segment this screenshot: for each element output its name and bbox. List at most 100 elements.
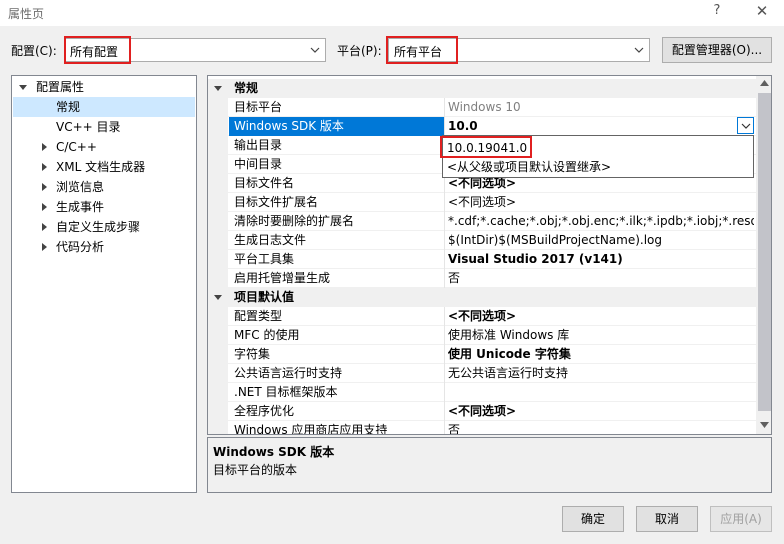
- tree-item-vc-dirs[interactable]: VC++ 目录: [13, 117, 195, 137]
- chevron-down-icon: [741, 123, 751, 129]
- vertical-scrollbar[interactable]: [756, 76, 771, 434]
- category-project-defaults[interactable]: 项目默认值: [208, 288, 756, 307]
- property-value[interactable]: Windows 10: [448, 98, 754, 117]
- property-row[interactable]: 目标平台 Windows 10: [208, 98, 756, 117]
- column-separator: [444, 269, 445, 288]
- property-row[interactable]: 清除时要删除的扩展名 *.cdf;*.cache;*.obj;*.obj.enc;…: [208, 212, 756, 231]
- property-row[interactable]: .NET 目标框架版本: [208, 383, 756, 402]
- property-value[interactable]: 使用 Unicode 字符集: [448, 345, 754, 364]
- property-value[interactable]: 否: [448, 421, 754, 434]
- tree-item-general[interactable]: 常规: [13, 97, 195, 117]
- description-text: 目标平台的版本: [213, 463, 298, 477]
- tree-item-code-analysis[interactable]: 代码分析: [13, 237, 195, 257]
- property-value[interactable]: <不同选项>: [448, 307, 754, 326]
- expand-arrow-icon[interactable]: [19, 85, 27, 90]
- help-button[interactable]: ?: [708, 3, 726, 21]
- column-separator: [444, 117, 445, 136]
- tree-item-xml-doc[interactable]: XML 文档生成器: [13, 157, 195, 177]
- row-gutter: [208, 231, 228, 250]
- tree-item-cpp[interactable]: C/C++: [13, 137, 195, 157]
- tree-item-label: 自定义生成步骤: [56, 220, 141, 234]
- expand-arrow-icon[interactable]: [42, 223, 47, 231]
- column-separator: [444, 98, 445, 117]
- scroll-thumb[interactable]: [758, 93, 771, 411]
- platform-highlight-box: [386, 36, 458, 64]
- config-highlight-box: [64, 36, 131, 64]
- property-row[interactable]: 全程序优化 <不同选项>: [208, 402, 756, 421]
- row-gutter: [208, 345, 228, 364]
- chevron-down-icon: [634, 47, 644, 53]
- property-row[interactable]: 公共语言运行时支持 无公共语言运行时支持: [208, 364, 756, 383]
- tree-item-build-events[interactable]: 生成事件: [13, 197, 195, 217]
- property-value[interactable]: <不同选项>: [448, 193, 754, 212]
- tree-item-label: 配置属性: [36, 80, 85, 94]
- property-row[interactable]: 目标文件扩展名 <不同选项>: [208, 193, 756, 212]
- row-gutter: [208, 174, 228, 193]
- column-separator: [444, 307, 445, 326]
- title-bar: [0, 0, 784, 26]
- column-separator: [444, 250, 445, 269]
- property-name: MFC 的使用: [234, 328, 300, 342]
- property-name: 字符集: [234, 347, 271, 361]
- property-value[interactable]: 无公共语言运行时支持: [448, 364, 754, 383]
- expand-arrow-icon[interactable]: [42, 163, 47, 171]
- description-pane: Windows SDK 版本 目标平台的版本: [207, 437, 772, 493]
- tree-item-label: 代码分析: [56, 240, 105, 254]
- apply-button[interactable]: 应用(A): [710, 506, 772, 532]
- property-value[interactable]: 10.0: [448, 117, 754, 136]
- property-value[interactable]: *.cdf;*.cache;*.obj;*.obj.enc;*.ilk;*.ip…: [448, 212, 754, 231]
- property-value[interactable]: <不同选项>: [448, 402, 754, 421]
- category-label: 项目默认值: [234, 290, 295, 304]
- property-value[interactable]: $(IntDir)$(MSBuildProjectName).log: [448, 231, 754, 250]
- expand-arrow-icon[interactable]: [42, 243, 47, 251]
- row-gutter: [208, 383, 228, 402]
- tree-item-custom-build[interactable]: 自定义生成步骤: [13, 217, 195, 237]
- row-gutter: [208, 212, 228, 231]
- column-separator: [444, 193, 445, 212]
- property-name: 清除时要删除的扩展名: [234, 214, 355, 228]
- tree-item-browse-info[interactable]: 浏览信息: [13, 177, 195, 197]
- collapse-arrow-icon[interactable]: [214, 295, 222, 300]
- property-row[interactable]: 平台工具集 Visual Studio 2017 (v141): [208, 250, 756, 269]
- property-row[interactable]: Windows SDK 版本 10.0: [208, 117, 756, 136]
- config-manager-button[interactable]: 配置管理器(O)...: [662, 37, 772, 63]
- config-label: 配置(C):: [11, 44, 57, 58]
- ok-button[interactable]: 确定: [562, 506, 624, 532]
- property-row[interactable]: 字符集 使用 Unicode 字符集: [208, 345, 756, 364]
- expand-arrow-icon[interactable]: [42, 203, 47, 211]
- platform-label: 平台(P):: [337, 44, 382, 58]
- property-value[interactable]: 否: [448, 269, 754, 288]
- tree-item-label: 浏览信息: [56, 180, 105, 194]
- property-value[interactable]: 使用标准 Windows 库: [448, 326, 754, 345]
- row-gutter: [208, 402, 228, 421]
- cancel-button[interactable]: 取消: [636, 506, 698, 532]
- property-row[interactable]: Windows 应用商店应用支持 否: [208, 421, 756, 434]
- scroll-down-icon[interactable]: [760, 422, 769, 428]
- scroll-up-icon[interactable]: [760, 80, 769, 86]
- close-button[interactable]: ✕: [752, 2, 772, 22]
- row-gutter: [208, 250, 228, 269]
- property-row[interactable]: 生成日志文件 $(IntDir)$(MSBuildProjectName).log: [208, 231, 756, 250]
- row-gutter: [208, 155, 228, 174]
- tree-item-label: VC++ 目录: [56, 120, 121, 134]
- category-general[interactable]: 常规: [208, 79, 756, 98]
- expand-arrow-icon[interactable]: [42, 143, 47, 151]
- row-gutter: [208, 269, 228, 288]
- property-row[interactable]: 配置类型 <不同选项>: [208, 307, 756, 326]
- property-value[interactable]: Visual Studio 2017 (v141): [448, 250, 754, 269]
- property-name: 启用托管增量生成: [234, 271, 331, 285]
- property-name: 平台工具集: [234, 252, 295, 266]
- collapse-arrow-icon[interactable]: [214, 86, 222, 91]
- expand-arrow-icon[interactable]: [42, 183, 47, 191]
- column-separator: [444, 383, 445, 402]
- tree-item-config-properties[interactable]: 配置属性: [16, 77, 196, 97]
- sdk-version-dropdown-button[interactable]: [737, 117, 754, 134]
- property-row[interactable]: MFC 的使用 使用标准 Windows 库: [208, 326, 756, 345]
- dropdown-option-inherit[interactable]: <从父级或项目默认设置继承>: [446, 158, 611, 176]
- column-separator: [444, 421, 445, 434]
- property-row[interactable]: 启用托管增量生成 否: [208, 269, 756, 288]
- row-gutter: [208, 307, 228, 326]
- tree-item-label: 常规: [56, 100, 81, 114]
- property-name: 生成日志文件: [234, 233, 307, 247]
- row-gutter: [208, 136, 228, 155]
